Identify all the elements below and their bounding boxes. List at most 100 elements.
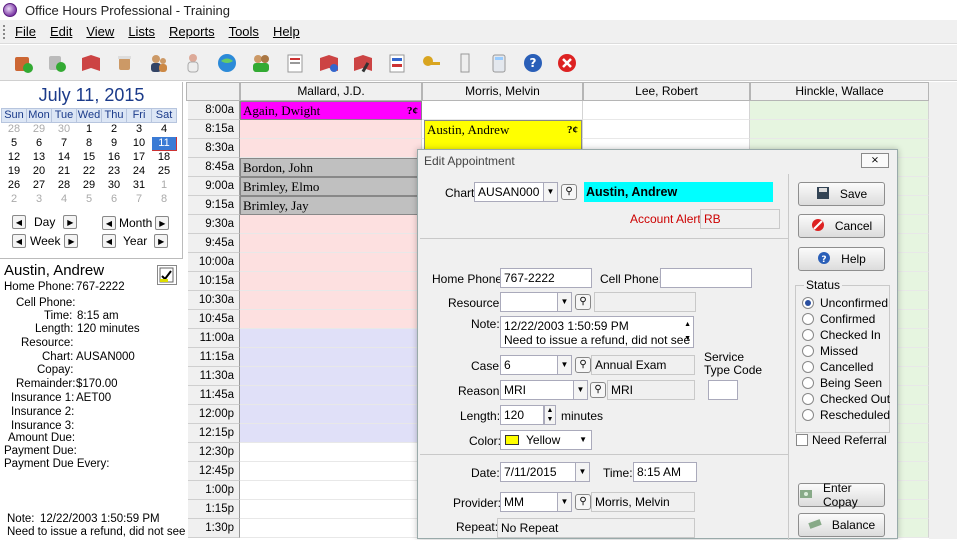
calendar-day[interactable]: 10 — [126, 136, 152, 151]
next-month-button[interactable]: ▶ — [155, 216, 170, 230]
schedule-cell[interactable] — [750, 101, 929, 120]
calendar-day[interactable]: 9 — [101, 136, 127, 151]
prev-month-button[interactable]: ◀ — [102, 216, 116, 230]
color-dropdown-arrow[interactable]: ▼ — [579, 431, 587, 449]
status-option[interactable]: Checked Out — [802, 392, 890, 406]
edit-book-icon[interactable] — [350, 50, 376, 76]
radio-button-icon[interactable] — [802, 329, 814, 341]
schedule-cell[interactable] — [422, 101, 583, 120]
cancel-button[interactable]: Cancel — [798, 214, 885, 238]
column-header-hinckle[interactable]: Hinckle, Wallace — [750, 82, 929, 101]
schedule-cell[interactable] — [240, 386, 422, 405]
calendar-day[interactable]: 8 — [151, 192, 177, 207]
appointment-brimley-jay[interactable]: Brimley, Jay — [240, 196, 422, 215]
calendar-day[interactable]: 5 — [1, 136, 27, 151]
status-option[interactable]: Cancelled — [802, 360, 873, 374]
calendar-day[interactable]: 2 — [101, 122, 127, 137]
report-icon[interactable] — [384, 50, 410, 76]
status-option[interactable]: Confirmed — [802, 312, 875, 326]
radio-button-icon[interactable] — [802, 345, 814, 357]
calendar-day[interactable]: 22 — [76, 164, 102, 179]
balance-button[interactable]: Balance — [798, 513, 885, 537]
provider-dropdown-arrow[interactable]: ▼ — [557, 493, 571, 511]
chart-lookup-icon[interactable]: ⚲ — [561, 184, 577, 200]
schedule-cell[interactable] — [240, 519, 422, 538]
users-icon[interactable] — [146, 50, 172, 76]
need-referral-box[interactable] — [796, 434, 808, 446]
resource-input[interactable]: ▼ — [500, 292, 572, 312]
menu-reports[interactable]: Reports — [164, 24, 224, 39]
calendar-day[interactable]: 4 — [51, 192, 77, 207]
calendar-day[interactable]: 26 — [1, 178, 27, 193]
calendar-day[interactable]: 8 — [76, 136, 102, 151]
radio-button-icon[interactable] — [802, 409, 814, 421]
next-day-button[interactable]: ▶ — [63, 215, 78, 229]
calendar-day[interactable]: 13 — [26, 150, 52, 165]
column-header-morris[interactable]: Morris, Melvin — [422, 82, 583, 101]
provider-input[interactable]: MM ▼ — [500, 492, 572, 512]
calendar-day[interactable]: 25 — [151, 164, 177, 179]
group-icon[interactable] — [248, 50, 274, 76]
calendar-day[interactable]: 29 — [76, 178, 102, 193]
calendar-day[interactable]: 12 — [1, 150, 27, 165]
prev-week-button[interactable]: ◀ — [12, 234, 26, 248]
calendar-day[interactable]: 19 — [1, 164, 27, 179]
note-scroll-up[interactable]: ▲ — [684, 318, 691, 332]
schedule-cell[interactable] — [240, 120, 422, 139]
menu-tools[interactable]: Tools — [224, 24, 268, 39]
calendar-day[interactable]: 3 — [126, 122, 152, 137]
note-textarea[interactable]: 12/22/2003 1:50:59 PM Need to issue a re… — [500, 316, 694, 348]
schedule-cell[interactable] — [240, 329, 422, 348]
schedule-cell[interactable] — [240, 367, 422, 386]
appointment-austin-andrew[interactable]: Austin, Andrew ?¢ — [424, 120, 582, 150]
appointment-again-dwight[interactable]: Again, Dwight ?¢ — [240, 101, 422, 120]
calendar-day[interactable]: 28 — [51, 178, 77, 193]
case-lookup-icon[interactable]: ⚲ — [575, 357, 591, 373]
status-option[interactable]: Rescheduled — [802, 408, 890, 422]
schedule-cell[interactable] — [750, 120, 929, 139]
patient-card-icon[interactable] — [157, 265, 177, 285]
cup-icon[interactable] — [112, 50, 138, 76]
document-icon[interactable] — [282, 50, 308, 76]
appointment-brimley-elmo[interactable]: Brimley, Elmo — [240, 177, 422, 196]
calendar-day[interactable]: 2 — [1, 192, 27, 207]
schedule-cell[interactable] — [583, 120, 750, 139]
key-icon[interactable] — [418, 50, 444, 76]
date-input[interactable]: 7/11/2015 ▼ — [500, 462, 590, 482]
schedule-cell[interactable] — [240, 234, 422, 253]
resource-lookup-icon[interactable]: ⚲ — [575, 294, 591, 310]
book-icon[interactable] — [78, 50, 104, 76]
schedule-cell[interactable] — [240, 291, 422, 310]
radio-button-icon[interactable] — [802, 361, 814, 373]
menu-view[interactable]: View — [81, 24, 123, 39]
calendar-day[interactable]: 24 — [126, 164, 152, 179]
length-spinner[interactable]: ▲ ▼ — [544, 405, 556, 425]
exit-icon[interactable] — [554, 50, 580, 76]
status-option[interactable]: Being Seen — [802, 376, 882, 390]
radio-button-icon[interactable] — [802, 313, 814, 325]
cell-phone-input[interactable] — [660, 268, 752, 288]
calculator-icon[interactable] — [486, 50, 512, 76]
schedule-cell[interactable] — [240, 500, 422, 519]
case-input[interactable]: 6 ▼ — [500, 355, 572, 375]
provider-lookup-icon[interactable]: ⚲ — [575, 494, 591, 510]
calendar-day[interactable]: 23 — [101, 164, 127, 179]
need-referral-checkbox[interactable]: Need Referral — [796, 433, 887, 447]
column-header-lee[interactable]: Lee, Robert — [583, 82, 750, 101]
next-year-button[interactable]: ▶ — [154, 234, 169, 248]
appointment-book-icon[interactable] — [316, 50, 342, 76]
next-week-button[interactable]: ▶ — [64, 234, 79, 248]
reason-lookup-icon[interactable]: ⚲ — [590, 382, 606, 398]
enter-copay-button[interactable]: Enter Copay — [798, 481, 885, 509]
calendar-day[interactable]: 30 — [101, 178, 127, 193]
calendar-day[interactable]: 1 — [151, 178, 177, 193]
appointment-bordon-john[interactable]: Bordon, John — [240, 158, 422, 177]
patient-icon[interactable] — [180, 50, 206, 76]
menu-file[interactable]: File — [10, 24, 45, 39]
schedule-cell[interactable] — [240, 253, 422, 272]
calendar-day[interactable]: 18 — [151, 150, 177, 165]
calendar-day[interactable]: 14 — [51, 150, 77, 165]
calendar-day[interactable]: 21 — [51, 164, 77, 179]
calendar-day[interactable]: 17 — [126, 150, 152, 165]
calendar-day[interactable]: 27 — [26, 178, 52, 193]
